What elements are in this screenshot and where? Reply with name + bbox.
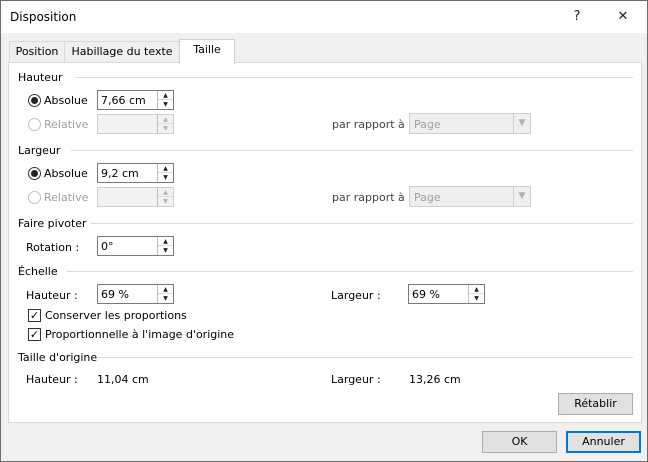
origine-hauteur-value: 11,04 cm (97, 373, 149, 386)
spinner-arrows[interactable]: ▲ ▼ (157, 164, 173, 182)
tab-taille[interactable]: Taille (179, 39, 235, 64)
dialog-window: Disposition ? ✕ Position Habillage du te… (0, 0, 648, 462)
chevron-down-icon[interactable]: ▼ (513, 114, 530, 133)
hauteur-par-rapport-label: par rapport à (332, 118, 405, 131)
section-echelle: Échelle (18, 265, 58, 278)
spinner-value: 69 % (101, 288, 129, 301)
conserver-proportions-label[interactable]: Conserver les proportions (45, 309, 187, 322)
down-arrow-icon[interactable]: ▼ (158, 246, 173, 255)
ok-button[interactable]: OK (482, 431, 557, 453)
up-arrow-icon[interactable]: ▲ (158, 285, 173, 294)
hauteur-relative-label: Relative (44, 118, 89, 131)
conserver-proportions-checkbox[interactable]: ✓ (28, 309, 41, 322)
largeur-absolue-radio[interactable] (28, 167, 41, 180)
dialog-title: Disposition (10, 10, 77, 24)
largeur-absolue-spinner[interactable]: 9,2 cm ▲ ▼ (97, 163, 174, 183)
origine-largeur-value: 13,26 cm (409, 373, 461, 386)
section-largeur: Largeur (18, 144, 61, 157)
spinner-arrows[interactable]: ▲ ▼ (157, 115, 173, 133)
largeur-absolue-label: Absolue (44, 167, 88, 180)
hauteur-absolue-radio[interactable] (28, 94, 41, 107)
down-arrow-icon[interactable]: ▼ (469, 294, 484, 303)
divider (91, 223, 633, 224)
hauteur-relative-spinner[interactable]: ▲ ▼ (97, 114, 174, 134)
up-arrow-icon[interactable]: ▲ (158, 188, 173, 197)
up-arrow-icon[interactable]: ▲ (469, 285, 484, 294)
spinner-arrows[interactable]: ▲ ▼ (157, 91, 173, 109)
spinner-value: 0° (101, 240, 114, 253)
down-arrow-icon[interactable]: ▼ (158, 173, 173, 182)
spinner-arrows[interactable]: ▲ ▼ (157, 285, 173, 303)
up-arrow-icon[interactable]: ▲ (158, 237, 173, 246)
rotation-label: Rotation : (26, 241, 80, 254)
down-arrow-icon[interactable]: ▼ (158, 100, 173, 109)
echelle-hauteur-label: Hauteur : (26, 289, 78, 302)
divider (67, 271, 633, 272)
spinner-arrows[interactable]: ▲ ▼ (157, 188, 173, 206)
annuler-button[interactable]: Annuler (566, 431, 641, 453)
up-arrow-icon[interactable]: ▲ (158, 115, 173, 124)
help-button[interactable]: ? (554, 1, 600, 32)
down-arrow-icon[interactable]: ▼ (158, 197, 173, 206)
rotation-spinner[interactable]: 0° ▲ ▼ (97, 236, 174, 256)
divider (98, 357, 633, 358)
select-value: Page (414, 118, 441, 131)
chevron-down-icon[interactable]: ▼ (513, 187, 530, 206)
proportionnelle-checkbox[interactable]: ✓ (28, 328, 41, 341)
proportionnelle-label[interactable]: Proportionnelle à l'image d'origine (45, 328, 234, 341)
tab-position[interactable]: Position (9, 41, 65, 63)
section-origine: Taille d'origine (18, 351, 98, 364)
section-hauteur: Hauteur (18, 71, 63, 84)
largeur-relative-spinner[interactable]: ▲ ▼ (97, 187, 174, 207)
down-arrow-icon[interactable]: ▼ (158, 294, 173, 303)
spinner-value: 9,2 cm (101, 167, 139, 180)
largeur-par-rapport-select[interactable]: Page ▼ (409, 186, 531, 207)
spinner-value: 7,66 cm (101, 94, 146, 107)
up-arrow-icon[interactable]: ▲ (158, 91, 173, 100)
tab-habillage[interactable]: Habillage du texte (64, 41, 180, 63)
echelle-largeur-label: Largeur : (331, 289, 381, 302)
origine-hauteur-label: Hauteur : (26, 373, 78, 386)
hauteur-relative-radio[interactable] (28, 118, 41, 131)
echelle-hauteur-spinner[interactable]: 69 % ▲ ▼ (97, 284, 174, 304)
up-arrow-icon[interactable]: ▲ (158, 164, 173, 173)
section-pivoter: Faire pivoter (18, 217, 87, 230)
spinner-arrows[interactable]: ▲ ▼ (468, 285, 484, 303)
largeur-relative-label: Relative (44, 191, 89, 204)
taille-panel: Hauteur Absolue 7,66 cm ▲ ▼ Relative ▲ ▼ p… (8, 62, 642, 423)
divider (71, 150, 633, 151)
spinner-value: 69 % (412, 288, 440, 301)
hauteur-par-rapport-select[interactable]: Page ▼ (409, 113, 531, 134)
close-button[interactable]: ✕ (600, 1, 646, 32)
hauteur-absolue-label: Absolue (44, 94, 88, 107)
divider (75, 77, 633, 78)
echelle-largeur-spinner[interactable]: 69 % ▲ ▼ (408, 284, 485, 304)
retablir-button[interactable]: Rétablir (558, 393, 633, 415)
origine-largeur-label: Largeur : (331, 373, 381, 386)
spinner-arrows[interactable]: ▲ ▼ (157, 237, 173, 255)
select-value: Page (414, 191, 441, 204)
largeur-par-rapport-label: par rapport à (332, 191, 405, 204)
largeur-relative-radio[interactable] (28, 191, 41, 204)
down-arrow-icon[interactable]: ▼ (158, 124, 173, 133)
hauteur-absolue-spinner[interactable]: 7,66 cm ▲ ▼ (97, 90, 174, 110)
title-bar: Disposition ? ✕ (1, 1, 647, 33)
